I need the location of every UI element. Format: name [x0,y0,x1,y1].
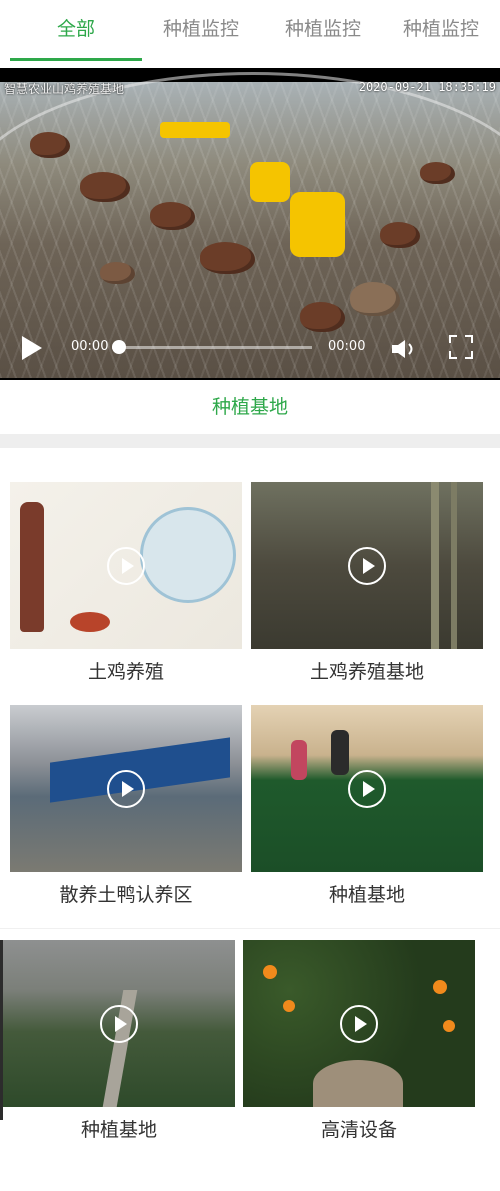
play-circle-icon[interactable] [107,546,145,585]
video-thumbnail[interactable] [251,705,483,872]
fullscreen-icon[interactable] [448,334,474,360]
play-circle-icon[interactable] [340,1004,378,1043]
tab-planting-monitor-3[interactable]: 种植监控 [403,14,479,44]
tab-bar: 全部 种植监控 种植监控 种植监控 [0,0,500,62]
video-controls: 00:00 00:00 [0,326,500,370]
camera-timestamp-overlay: 2020-09-21 18:35:19 [358,80,496,94]
video-thumbnail[interactable] [10,482,242,649]
video-thumbnail[interactable] [10,705,242,872]
tab-planting-monitor-2[interactable]: 种植监控 [285,14,361,44]
video-card-5[interactable]: 种植基地 [3,940,235,1142]
video-thumbnail[interactable] [3,940,235,1107]
play-circle-icon[interactable] [100,1004,138,1043]
active-tab-indicator [10,58,142,61]
video-card-4[interactable]: 种植基地 [251,705,483,907]
video-card-label: 种植基地 [80,1119,157,1141]
video-card-label: 土鸡养殖基地 [309,661,424,683]
bottle-graphic [20,502,44,632]
plate-graphic [140,507,236,603]
video-thumbnail[interactable] [251,482,483,649]
duration-time: 00:00 [328,339,366,354]
section-divider [0,434,500,448]
video-thumbnail[interactable] [243,940,475,1107]
tab-planting-monitor-1[interactable]: 种植监控 [163,14,239,44]
video-card-2[interactable]: 土鸡养殖基地 [251,482,483,684]
video-card-label: 种植基地 [328,884,405,906]
play-icon[interactable] [22,336,42,360]
video-card-1[interactable]: 土鸡养殖 [10,482,242,684]
section-title: 种植基地 [211,396,288,418]
progress-bar[interactable] [112,346,312,349]
video-player[interactable]: 智慧农业山鸡养殖基地 2020-09-21 18:35:19 00:00 00:… [0,68,500,380]
video-card-label: 散养土鸭认养区 [59,884,193,906]
tab-all[interactable]: 全部 [57,14,95,44]
camera-title-overlay: 智慧农业山鸡养殖基地 [4,82,125,96]
video-card-label: 高清设备 [320,1119,397,1141]
play-circle-icon[interactable] [348,769,386,808]
current-time: 00:00 [71,339,109,354]
video-card-6[interactable]: 高清设备 [243,940,475,1142]
play-circle-icon[interactable] [107,769,145,808]
video-card-3[interactable]: 散养土鸭认养区 [10,705,242,907]
progress-knob[interactable] [112,340,126,354]
play-circle-icon[interactable] [348,546,386,585]
volume-icon[interactable] [390,338,420,360]
video-card-label: 土鸡养殖 [87,661,164,683]
